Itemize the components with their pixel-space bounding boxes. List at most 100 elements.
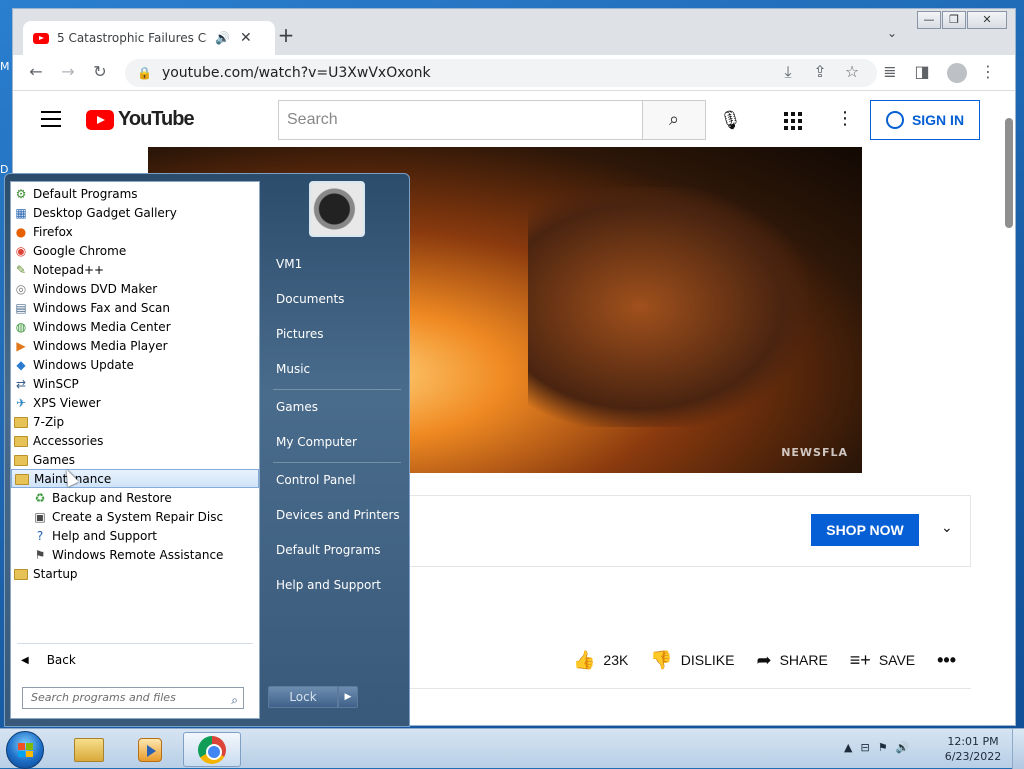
taskbar-chrome-button[interactable] bbox=[183, 732, 241, 767]
tab-close-icon[interactable]: ✕ bbox=[240, 30, 252, 46]
back-icon[interactable]: ← bbox=[25, 62, 47, 81]
browser-tab[interactable]: 5 Catastrophic Failures Caug 🔊 ✕ bbox=[23, 21, 275, 55]
save-button[interactable]: ≡+ SAVE bbox=[850, 650, 915, 671]
back-button[interactable]: ◀ Back bbox=[21, 653, 76, 667]
show-hidden-icons-icon[interactable]: ▲ bbox=[844, 741, 852, 754]
program-item[interactable]: ◎ Windows DVD Maker bbox=[11, 279, 259, 298]
folder-item[interactable]: Games bbox=[11, 450, 259, 469]
volume-icon[interactable]: 🔊 bbox=[896, 741, 910, 754]
youtube-logo[interactable]: YouTube bbox=[86, 108, 195, 131]
program-item[interactable]: ◍ Windows Media Center bbox=[11, 317, 259, 336]
profile-avatar-icon[interactable] bbox=[947, 63, 967, 83]
apps-grid-icon[interactable] bbox=[784, 112, 802, 130]
program-item[interactable]: ⇄ WinSCP bbox=[11, 374, 259, 393]
start-right-item[interactable]: Default Programs bbox=[276, 543, 381, 557]
divider bbox=[403, 688, 971, 689]
program-label: Games bbox=[33, 452, 75, 467]
start-right-item[interactable]: Music bbox=[276, 362, 310, 376]
show-desktop-button[interactable] bbox=[1012, 729, 1024, 769]
tab-search-icon[interactable]: ⌄ bbox=[887, 26, 897, 40]
microphone-icon[interactable]: 🎙 bbox=[719, 110, 742, 131]
start-right-item[interactable]: My Computer bbox=[276, 435, 357, 449]
program-item[interactable]: ● Firefox bbox=[11, 222, 259, 241]
taskbar-media-player-button[interactable] bbox=[121, 732, 179, 767]
minimize-button[interactable]: — bbox=[917, 11, 941, 29]
program-item[interactable]: ◆ Windows Update bbox=[11, 355, 259, 374]
program-label: Firefox bbox=[33, 224, 73, 239]
start-right-item[interactable]: VM1 bbox=[276, 257, 302, 271]
close-window-button[interactable]: ✕ bbox=[967, 11, 1007, 29]
program-item[interactable]: ▦ Desktop Gadget Gallery bbox=[11, 203, 259, 222]
program-item[interactable]: ▶ Windows Media Player bbox=[11, 336, 259, 355]
url-text[interactable]: youtube.com/watch?v=U3XwVxOxonk bbox=[162, 65, 431, 81]
folder-item[interactable]: Maintenance bbox=[11, 469, 259, 488]
folder-item[interactable]: 7-Zip bbox=[11, 412, 259, 431]
start-right-item[interactable]: Devices and Printers bbox=[276, 508, 400, 522]
dislike-button[interactable]: 👎 DISLIKE bbox=[650, 650, 734, 671]
settings-more-icon[interactable]: ⋮ bbox=[836, 108, 854, 129]
program-item[interactable]: ◉ Google Chrome bbox=[11, 241, 259, 260]
folder-icon bbox=[74, 737, 104, 762]
search-input[interactable]: Search bbox=[278, 100, 643, 140]
start-right-item[interactable]: Games bbox=[276, 400, 318, 414]
chrome-menu-icon[interactable]: ⋮ bbox=[977, 62, 999, 81]
maintenance-item[interactable]: ▣ Create a System Repair Disc bbox=[11, 507, 259, 526]
share-button[interactable]: ➦ SHARE bbox=[756, 650, 827, 671]
program-item[interactable]: ✈ XPS Viewer bbox=[11, 393, 259, 412]
search-icon[interactable]: ⌕ bbox=[231, 690, 238, 710]
program-label: Help and Support bbox=[52, 528, 157, 543]
start-right-item[interactable]: Help and Support bbox=[276, 578, 381, 592]
network-icon[interactable]: ⊟ bbox=[860, 741, 869, 754]
sign-in-button[interactable]: SIGN IN bbox=[870, 100, 980, 140]
start-right-item[interactable]: Control Panel bbox=[276, 473, 356, 487]
more-actions-icon[interactable]: ••• bbox=[937, 650, 956, 671]
maintenance-item[interactable]: ? Help and Support bbox=[11, 526, 259, 545]
youtube-favicon-icon bbox=[33, 32, 49, 44]
program-icon: ▦ bbox=[15, 205, 27, 220]
program-item[interactable]: ⚙ Default Programs bbox=[11, 184, 259, 203]
start-right-item[interactable]: Documents bbox=[276, 292, 344, 306]
share-icon: ➦ bbox=[756, 649, 772, 670]
address-bar[interactable]: 🔒 youtube.com/watch?v=U3XwVxOxonk bbox=[125, 59, 877, 87]
page-scrollbar[interactable] bbox=[1005, 118, 1013, 228]
program-icon: ◉ bbox=[15, 243, 27, 258]
start-button[interactable] bbox=[6, 731, 44, 769]
folder-icon bbox=[14, 417, 28, 428]
restore-button[interactable]: ❐ bbox=[942, 11, 966, 29]
taskbar-explorer-button[interactable] bbox=[60, 732, 118, 767]
start-search-input[interactable]: Search programs and files ⌕ bbox=[22, 687, 244, 709]
dislike-label: DISLIKE bbox=[680, 652, 735, 668]
program-label: Windows Media Player bbox=[33, 338, 168, 353]
forward-icon[interactable]: → bbox=[57, 62, 79, 81]
share-page-icon[interactable]: ⇪ bbox=[809, 62, 831, 81]
folder-item[interactable]: Accessories bbox=[11, 431, 259, 450]
speaker-icon[interactable]: 🔊 bbox=[215, 31, 230, 45]
reload-icon[interactable]: ↻ bbox=[89, 62, 111, 81]
program-item[interactable]: ▤ Windows Fax and Scan bbox=[11, 298, 259, 317]
search-button[interactable]: ⌕ bbox=[642, 100, 706, 140]
media-controls-icon[interactable]: ≣ bbox=[879, 62, 901, 81]
start-right-item[interactable]: Pictures bbox=[276, 327, 324, 341]
like-button[interactable]: 👍 23K bbox=[573, 650, 628, 671]
action-center-flag-icon[interactable]: ⚑ bbox=[878, 741, 888, 754]
new-tab-button[interactable]: + bbox=[275, 23, 297, 47]
clock[interactable]: 12:01 PM 6/23/2022 bbox=[944, 734, 1002, 764]
maintenance-item[interactable]: ⚑ Windows Remote Assistance bbox=[11, 545, 259, 564]
side-panel-icon[interactable]: ◨ bbox=[911, 62, 933, 81]
lock-icon[interactable]: 🔒 bbox=[137, 66, 152, 80]
lock-button[interactable]: Lock bbox=[268, 686, 338, 708]
chevron-down-icon[interactable]: ⌄ bbox=[941, 520, 953, 536]
program-label: Default Programs bbox=[33, 186, 138, 201]
user-picture-icon[interactable] bbox=[309, 181, 365, 237]
program-item[interactable]: ✎ Notepad++ bbox=[11, 260, 259, 279]
youtube-header: YouTube Search ⌕ 🎙 ⋮ SIGN IN bbox=[13, 92, 1015, 148]
bookmark-star-icon[interactable]: ☆ bbox=[841, 62, 863, 81]
shutdown-options-arrow-icon[interactable]: ▶ bbox=[338, 686, 358, 708]
folder-item[interactable]: Startup bbox=[11, 564, 259, 583]
maintenance-item[interactable]: ♻ Backup and Restore bbox=[11, 488, 259, 507]
shop-now-button[interactable]: SHOP NOW bbox=[811, 514, 919, 546]
program-icon: ⇄ bbox=[15, 376, 27, 391]
install-icon[interactable]: ⤓ bbox=[777, 62, 799, 82]
video-actions: 👍 23K 👎 DISLIKE ➦ SHARE ≡+ SAVE ••• bbox=[573, 648, 956, 672]
menu-icon[interactable] bbox=[41, 111, 61, 132]
